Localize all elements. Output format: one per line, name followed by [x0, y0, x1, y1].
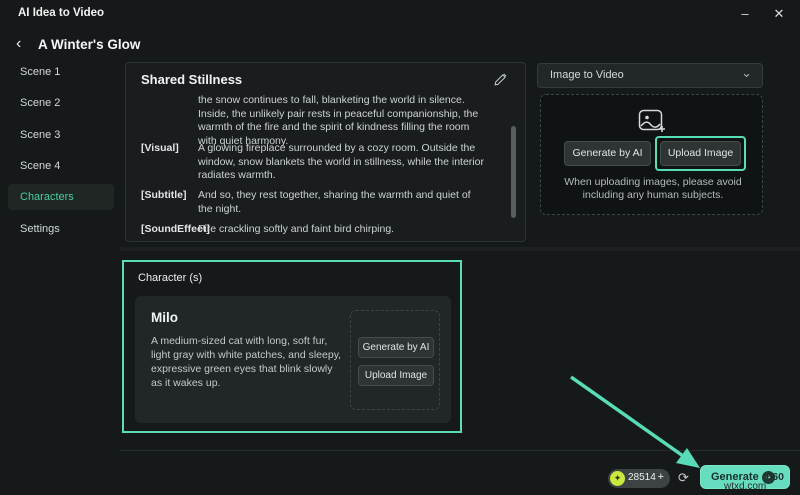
scene-overview-text: the snow continues to fall, blanketing t… [198, 94, 486, 148]
app-window: AI Idea to Video – ✕ ‹ A Winter's Glow S… [0, 0, 800, 495]
app-title: AI Idea to Video [18, 7, 104, 19]
close-icon[interactable]: ✕ [768, 4, 790, 24]
credits-count: 28514 [628, 472, 656, 483]
add-image-icon [638, 109, 668, 135]
coin-icon: ✦ [610, 471, 625, 486]
image-upload-card: Generate by AI Upload Image When uploadi… [540, 94, 763, 215]
section-divider [120, 247, 800, 251]
watermark-text: wtxd.com [724, 481, 766, 492]
visual-text: A glowing fireplace surrounded by a cozy… [198, 142, 486, 183]
subtitle-text: And so, they rest together, sharing the … [198, 189, 486, 216]
sidebar-item-scene-2[interactable]: Scene 2 [8, 90, 114, 116]
soundeffect-text: Fire crackling softly and faint bird chi… [198, 223, 486, 237]
characters-highlight-box: Character (s) Milo A medium-sized cat wi… [122, 260, 462, 433]
scene-name: Shared Stillness [141, 72, 242, 87]
soundeffect-label: [SoundEffect] [141, 223, 203, 235]
sidebar-item-settings[interactable]: Settings [8, 216, 114, 242]
upload-image-button[interactable]: Upload Image [660, 141, 741, 166]
edit-pencil-icon[interactable] [493, 73, 507, 87]
video-mode-dropdown[interactable]: Image to Video ⌄ [537, 63, 763, 88]
subtitle-label: [Subtitle] [141, 189, 203, 201]
footer-divider [120, 450, 800, 451]
character-image-slot: Generate by AI Upload Image [350, 310, 440, 410]
scene-detail-panel: Shared Stillness the snow continues to f… [125, 62, 526, 242]
sidebar-item-characters[interactable]: Characters [8, 184, 114, 210]
dropdown-selected-value: Image to Video [550, 69, 624, 81]
scrollbar-thumb[interactable] [511, 126, 516, 218]
minimize-icon[interactable]: – [734, 4, 756, 24]
generate-cost-value: 660 [766, 471, 784, 483]
add-credits-icon[interactable]: + [658, 471, 664, 483]
refresh-icon[interactable]: ⟳ [678, 470, 689, 486]
character-upload-image-button[interactable]: Upload Image [358, 365, 434, 386]
character-generate-by-ai-button[interactable]: Generate by AI [358, 337, 434, 358]
visual-label: [Visual] [141, 142, 203, 154]
sidebar-item-scene-3[interactable]: Scene 3 [8, 122, 114, 148]
sidebar-item-scene-4[interactable]: Scene 4 [8, 153, 114, 179]
page-title: A Winter's Glow [38, 37, 140, 52]
generate-by-ai-button[interactable]: Generate by AI [564, 141, 651, 166]
titlebar: AI Idea to Video – ✕ [0, 0, 800, 28]
sidebar-item-scene-1[interactable]: Scene 1 [8, 59, 114, 85]
credits-pill[interactable]: ✦ 28514 + [608, 469, 670, 488]
character-description: A medium-sized cat with long, soft fur, … [151, 334, 343, 390]
upload-hint-text: When uploading images, please avoid incl… [553, 176, 753, 202]
chevron-down-icon: ⌄ [741, 65, 752, 81]
back-icon[interactable]: ‹ [16, 36, 21, 52]
character-card: Milo A medium-sized cat with long, soft … [135, 296, 451, 423]
character-name: Milo [151, 310, 178, 325]
characters-section-title: Character (s) [138, 272, 202, 284]
